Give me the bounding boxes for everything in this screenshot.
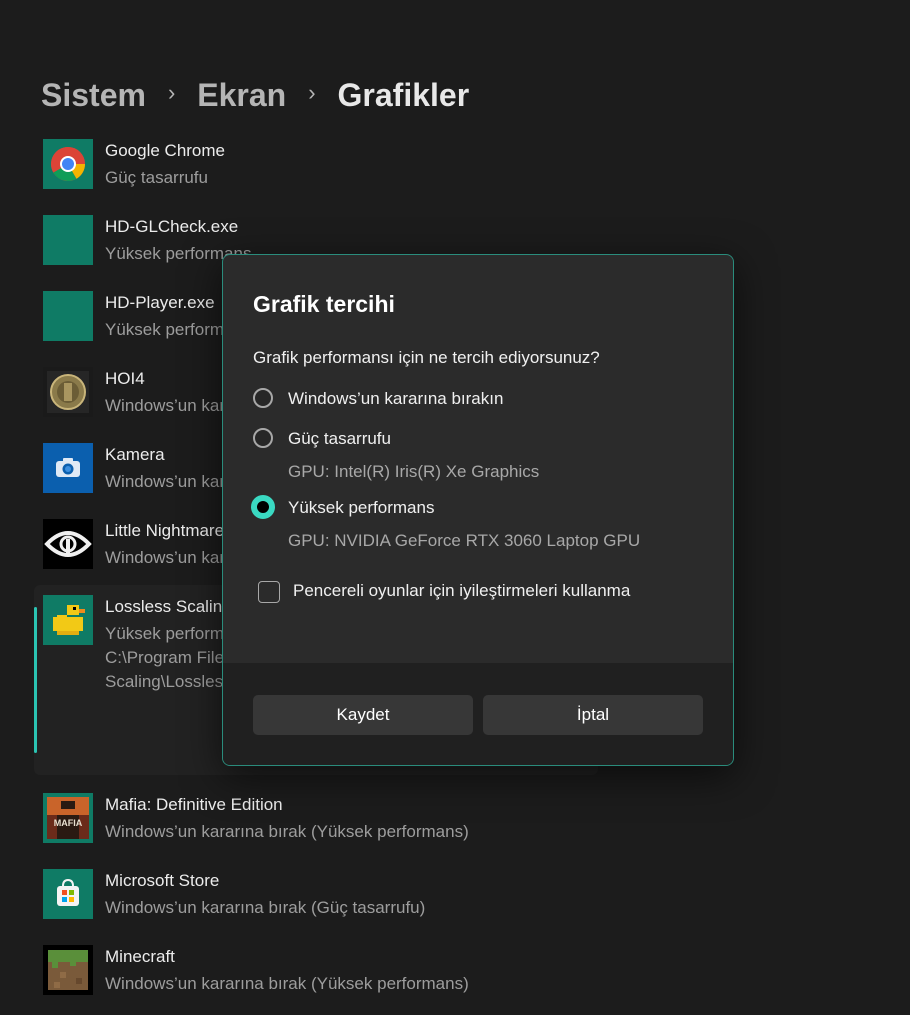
- app-path-line-1: C:\Program Files: [105, 648, 233, 667]
- eye-icon: [43, 519, 93, 569]
- chevron-right-icon: ›: [167, 80, 176, 105]
- app-preference: Windows’un kararına bırak (Yüksek perfor…: [105, 822, 469, 841]
- dialog-title: Grafik tercihi: [253, 291, 395, 317]
- generic-app-icon: [43, 291, 93, 341]
- app-name: Google Chrome: [105, 141, 226, 160]
- list-item[interactable]: Google Chrome Güç tasarrufu: [34, 139, 598, 189]
- svg-text:MAFIA: MAFIA: [54, 818, 83, 828]
- app-preference: Güç tasarrufu: [105, 168, 208, 187]
- list-item[interactable]: Microsoft Store Windows’un kararına bıra…: [34, 869, 598, 919]
- mafia-icon: MAFIA: [43, 793, 93, 843]
- app-name: HD-Player.exe: [105, 293, 215, 312]
- selection-indicator: [34, 607, 37, 753]
- app-preference: Windows’un kararına bırak (Güç tasarrufu…: [105, 898, 426, 917]
- app-name: Mafia: Definitive Edition: [105, 795, 283, 814]
- radio-high-performance[interactable]: [251, 495, 275, 519]
- dialog-question: Grafik performansı için ne tercih ediyor…: [253, 348, 600, 367]
- breadcrumb-ekran[interactable]: Ekran: [197, 77, 286, 114]
- camera-icon: [43, 443, 93, 493]
- generic-app-icon: [43, 215, 93, 265]
- radio-label-windows-decide[interactable]: Windows’un kararına bırakın: [288, 389, 503, 409]
- windowed-games-checkbox[interactable]: [258, 581, 280, 603]
- list-item[interactable]: MAFIA Mafia: Definitive Edition Windows’…: [34, 793, 598, 843]
- radio-label-power-saving[interactable]: Güç tasarrufu: [288, 429, 391, 449]
- radio-label-high-performance[interactable]: Yüksek performans: [288, 498, 434, 518]
- chrome-icon: [43, 139, 93, 189]
- app-name: HD-GLCheck.exe: [105, 217, 239, 236]
- gpu-info-high-performance: GPU: NVIDIA GeForce RTX 3060 Laptop GPU: [288, 531, 641, 550]
- list-item[interactable]: Minecraft Windows’un kararına bırak (Yük…: [34, 945, 598, 995]
- radio-power-saving[interactable]: [253, 428, 273, 448]
- app-name: Little Nightmares: [105, 521, 233, 540]
- app-path-line-2: Scaling\Lossless: [105, 672, 232, 691]
- duck-icon: [43, 595, 93, 645]
- save-button[interactable]: Kaydet: [253, 695, 473, 735]
- dialog-footer: Kaydet İptal: [223, 663, 733, 765]
- grass-block-icon: [43, 945, 93, 995]
- graphics-preference-dialog: Grafik tercihi Grafik performansı için n…: [222, 254, 734, 766]
- app-name: Microsoft Store: [105, 871, 220, 890]
- windowed-games-checkbox-label[interactable]: Pencereli oyunlar için iyileştirmeleri k…: [293, 581, 630, 601]
- breadcrumb-sistem[interactable]: Sistem: [41, 77, 146, 114]
- radio-windows-decide[interactable]: [253, 388, 273, 408]
- app-name: HOI4: [105, 369, 145, 388]
- breadcrumb: Sistem › Ekran › Grafikler: [41, 72, 469, 118]
- hoi4-coin-icon: [43, 367, 93, 417]
- app-preference: Windows’un kararına bırak (Yüksek perfor…: [105, 974, 469, 993]
- cancel-button[interactable]: İptal: [483, 695, 703, 735]
- page-title: Grafikler: [337, 76, 470, 113]
- gpu-info-power-saving: GPU: Intel(R) Iris(R) Xe Graphics: [288, 462, 540, 481]
- store-icon: [43, 869, 93, 919]
- app-name: Kamera: [105, 445, 165, 464]
- chevron-right-icon: ›: [308, 80, 316, 105]
- app-name: Lossless Scaling: [105, 597, 232, 616]
- app-name: Minecraft: [105, 947, 175, 966]
